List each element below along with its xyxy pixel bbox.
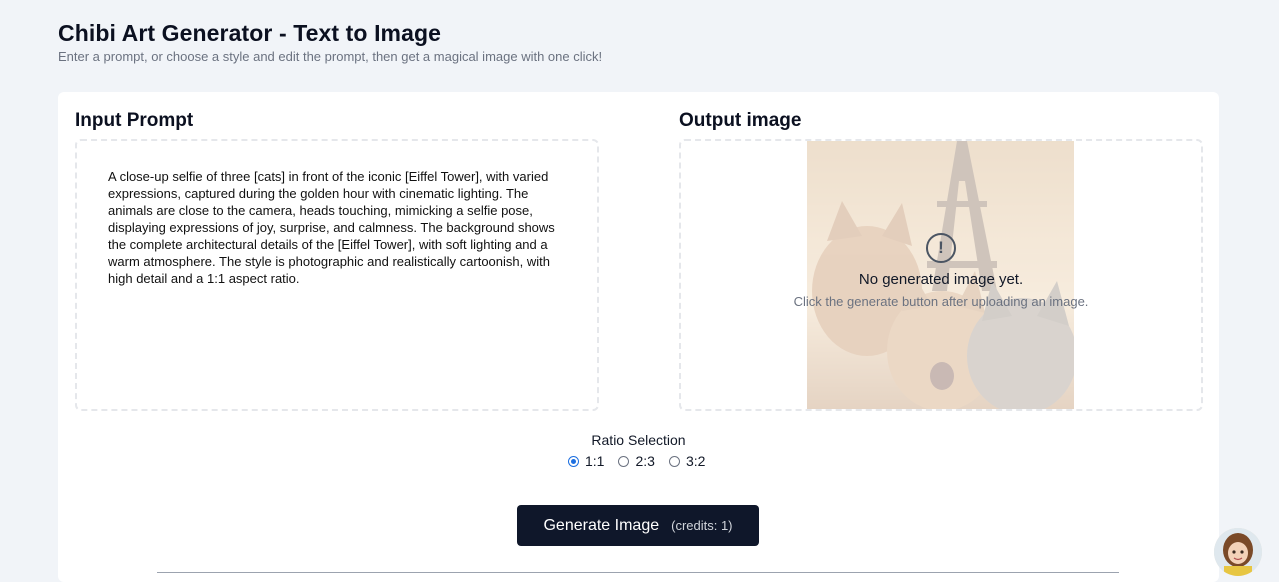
radio-button[interactable] <box>668 455 680 467</box>
exclamation-circle-icon: ! <box>926 233 956 263</box>
ratio-options: 1:1 2:3 3:2 <box>568 453 705 469</box>
output-image-box: ! No generated image yet. Click the gene… <box>679 139 1203 411</box>
page-subtitle: Enter a prompt, or choose a style and ed… <box>58 49 603 64</box>
ratio-option-2-3[interactable]: 2:3 <box>618 453 655 469</box>
output-image-title: Output image <box>679 110 802 131</box>
radio-button[interactable] <box>568 455 579 467</box>
generate-button-label: Generate Image <box>543 516 660 534</box>
ratio-option-label: 3:2 <box>685 453 706 469</box>
ratio-option-label: 1:1 <box>585 453 605 469</box>
ratio-selection-label: Ratio Selection <box>591 432 686 448</box>
empty-state-title: No generated image yet. <box>858 271 1024 288</box>
prompt-textarea[interactable]: A close-up selfie of three [cats] in fro… <box>108 168 570 388</box>
radio-button[interactable] <box>618 455 630 467</box>
page-title: Chibi Art Generator - Text to Image <box>58 20 442 46</box>
empty-state: ! No generated image yet. Click the gene… <box>681 233 1201 309</box>
support-avatar[interactable] <box>1214 528 1262 576</box>
prompt-box: A close-up selfie of three [cats] in fro… <box>75 139 599 411</box>
generate-image-button[interactable]: Generate Image (credits: 1) <box>517 505 759 546</box>
ratio-option-1-1[interactable]: 1:1 <box>568 453 604 469</box>
generator-card: Input Prompt A close-up selfie of three … <box>58 92 1219 582</box>
ratio-option-3-2[interactable]: 3:2 <box>668 453 706 469</box>
input-prompt-title: Input Prompt <box>75 110 194 131</box>
empty-state-hint: Click the generate button after uploadin… <box>793 294 1089 309</box>
ratio-option-label: 2:3 <box>635 453 655 469</box>
credits-count: (credits: 1) <box>671 518 733 533</box>
